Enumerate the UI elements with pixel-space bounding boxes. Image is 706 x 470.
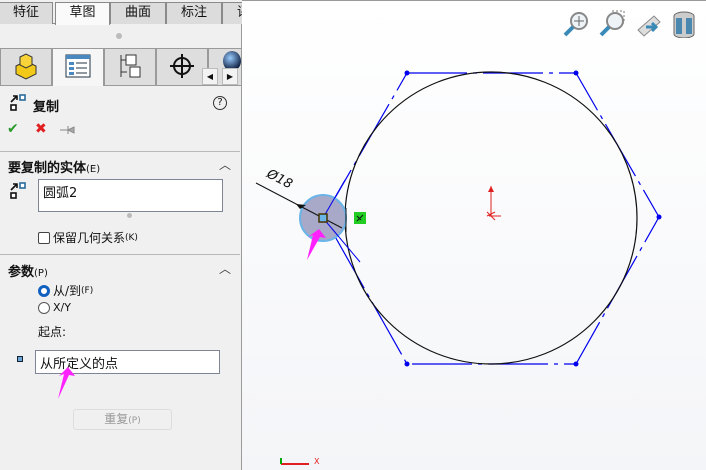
help-button[interactable]: ? bbox=[213, 96, 227, 110]
annotation-arrow bbox=[58, 367, 75, 399]
list-resize-grip[interactable] bbox=[127, 213, 132, 218]
radio-label: 从/到 bbox=[53, 284, 82, 298]
crosshair-icon bbox=[168, 52, 196, 83]
button-label: 重复 bbox=[104, 412, 129, 426]
start-point-value: 从所定义的点 bbox=[40, 357, 119, 372]
checkbox-box[interactable] bbox=[38, 231, 50, 244]
radio-from-to[interactable]: 从/到 (F) bbox=[38, 282, 93, 299]
shortcut-key: (K) bbox=[125, 232, 138, 243]
property-manager-panel: 特征 草图 曲面 标注 评估 ◀ ▶ 复制 ? ✔ ✖ 要复制的实体(E) ︿ … bbox=[0, 0, 278, 470]
scroll-right-button[interactable]: ▶ bbox=[222, 68, 238, 85]
configuration-manager-tab[interactable] bbox=[104, 48, 156, 86]
panel-title: 复制 bbox=[33, 100, 60, 115]
tab-surfaces[interactable]: 曲面 bbox=[110, 2, 166, 24]
collapse-chevron-icon[interactable]: ︿ bbox=[219, 156, 231, 173]
axis-x-label: X bbox=[314, 457, 320, 466]
entity-item[interactable]: 圆弧2 bbox=[43, 186, 77, 201]
section-title: 要复制的实体 bbox=[8, 161, 87, 176]
hexagon-vertices bbox=[404, 70, 662, 367]
entities-icon bbox=[9, 182, 27, 203]
repeat-button[interactable]: 重复(P) bbox=[73, 409, 172, 430]
selected-point[interactable] bbox=[318, 213, 328, 223]
shortcut-key: (E) bbox=[86, 164, 101, 175]
panel-resize-grip[interactable] bbox=[116, 33, 122, 39]
tree-icon bbox=[116, 52, 144, 83]
feature-manager-tab[interactable] bbox=[0, 48, 52, 86]
hexagon-construction[interactable] bbox=[323, 72, 660, 365]
radio-xy[interactable]: X/Y bbox=[38, 301, 71, 314]
dimxpert-tab[interactable] bbox=[156, 48, 208, 86]
section-entities-header[interactable]: 要复制的实体(E) bbox=[8, 157, 100, 176]
command-tabs: 特征 草图 曲面 标注 评估 bbox=[0, 0, 278, 25]
section-title: 参数 bbox=[8, 265, 35, 280]
tab-sketch[interactable]: 草图 bbox=[55, 2, 110, 25]
graphics-area[interactable]: Ø18 X bbox=[242, 0, 706, 470]
part-icon bbox=[12, 52, 40, 83]
start-point-label: 起点: bbox=[38, 325, 67, 339]
radio-unselected[interactable] bbox=[38, 301, 50, 314]
shortcut-key: (P) bbox=[34, 268, 48, 279]
tab-markup[interactable]: 标注 bbox=[166, 2, 222, 24]
point-icon bbox=[17, 356, 23, 362]
section-parameters-header[interactable]: 参数(P) bbox=[8, 261, 48, 280]
cancel-button[interactable]: ✖ bbox=[35, 121, 47, 137]
sketch-svg bbox=[255, 70, 662, 465]
main-circle[interactable] bbox=[344, 71, 638, 365]
property-manager-tab[interactable] bbox=[52, 48, 104, 86]
pin-icon[interactable] bbox=[60, 124, 76, 138]
copy-entities-icon bbox=[9, 94, 27, 115]
keep-relations-checkbox[interactable]: 保留几何关系 (K) bbox=[38, 229, 138, 246]
checkbox-label: 保留几何关系 bbox=[53, 231, 126, 245]
tab-features[interactable]: 特征 bbox=[0, 2, 53, 24]
scroll-left-button[interactable]: ◀ bbox=[202, 68, 218, 85]
axis-indicator bbox=[280, 458, 309, 465]
entities-list[interactable]: 圆弧2 bbox=[38, 179, 223, 212]
ok-button[interactable]: ✔ bbox=[7, 121, 19, 137]
collapse-chevron-icon[interactable]: ︿ bbox=[219, 260, 231, 277]
shortcut-key: (F) bbox=[81, 285, 94, 296]
shortcut-key: (P) bbox=[128, 416, 141, 426]
radio-selected[interactable] bbox=[38, 284, 50, 297]
radio-label: X/Y bbox=[53, 301, 71, 314]
property-list-icon bbox=[64, 53, 92, 82]
